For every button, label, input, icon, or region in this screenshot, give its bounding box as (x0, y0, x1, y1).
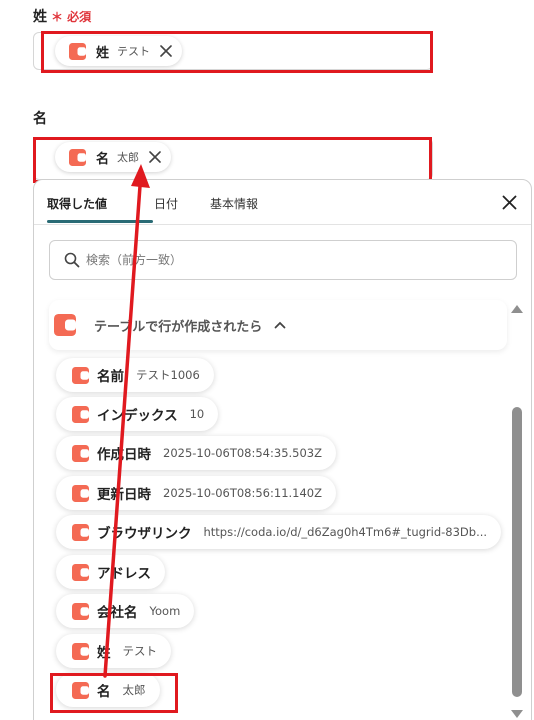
scroll-up-arrow-icon[interactable] (510, 304, 524, 314)
tab-basic-info[interactable]: 基本情報 (210, 195, 258, 212)
coda-logo-icon (72, 563, 89, 581)
tab-bar: 取得した値 日付 基本情報 (34, 180, 531, 225)
coda-logo-icon (69, 148, 86, 166)
item-value: 2025-10-06T08:54:35.503Z (163, 446, 322, 460)
coda-logo-icon (72, 602, 89, 620)
scrollbar-thumb[interactable] (512, 407, 522, 697)
coda-logo-icon (72, 642, 89, 660)
item-value: https://coda.io/d/_d6Zag0h4Tm6#_tugrid-8… (203, 525, 488, 539)
item-value: 太郎 (122, 683, 146, 697)
scroll-down-arrow-icon[interactable] (510, 709, 524, 719)
tab-date[interactable]: 日付 (154, 195, 178, 212)
item-value: テスト (122, 644, 158, 658)
list-item[interactable]: ブラウザリンク https://coda.io/d/_d6Zag0h4Tm6#_… (56, 515, 502, 549)
coda-logo-icon (54, 314, 76, 336)
coda-logo-icon (72, 484, 89, 502)
list-item[interactable]: 名前 テスト1006 (56, 358, 214, 392)
search-input[interactable] (86, 253, 486, 267)
item-label: 会社名 (97, 605, 138, 621)
search-icon (64, 252, 80, 268)
list-item[interactable]: 会社名 Yoom (56, 594, 195, 628)
search-box[interactable] (49, 240, 517, 280)
coda-logo-icon (72, 405, 89, 423)
group-header[interactable]: テーブルで行が作成されたら (49, 300, 507, 350)
last-name-label: 姓＊ 必須 (33, 9, 92, 25)
coda-logo-icon (72, 681, 89, 699)
active-tab-indicator (47, 220, 153, 223)
group-title: テーブルで行が作成されたら (94, 319, 263, 335)
coda-logo-icon (69, 42, 86, 60)
item-label: アドレス (97, 566, 151, 582)
item-label: 名前 (97, 369, 124, 385)
close-icon[interactable] (149, 151, 161, 163)
item-value: テスト1006 (136, 368, 200, 382)
close-icon[interactable] (160, 45, 172, 57)
list-item[interactable]: 更新日時 2025-10-06T08:56:11.140Z (56, 476, 336, 510)
first-name-chip[interactable]: 名 太郎 (55, 142, 172, 172)
coda-logo-icon (72, 523, 89, 541)
list-item[interactable]: インデックス 10 (56, 397, 219, 431)
chip-label: 名 (96, 151, 110, 167)
list-item[interactable]: アドレス (56, 555, 165, 589)
coda-logo-icon (72, 366, 89, 384)
chip-value: 太郎 (117, 151, 140, 164)
item-label: 更新日時 (97, 487, 151, 503)
list-item[interactable]: 作成日時 2025-10-06T08:54:35.503Z (56, 436, 336, 470)
item-label: 作成日時 (97, 447, 151, 463)
item-value: 10 (189, 407, 205, 421)
item-value: Yoom (149, 604, 181, 618)
item-label: ブラウザリンク (97, 526, 192, 542)
chip-value: テスト (117, 45, 151, 58)
tab-retrieved-values[interactable]: 取得した値 (47, 195, 107, 212)
list-item[interactable]: 姓 テスト (56, 634, 171, 668)
item-label: 姓 (97, 645, 111, 661)
list-item[interactable]: 名 太郎 (56, 673, 160, 707)
item-label: 名 (97, 684, 111, 700)
chevron-up-icon[interactable] (274, 321, 286, 329)
coda-logo-icon (72, 444, 89, 462)
required-badge: ＊ 必須 (51, 10, 92, 24)
close-icon[interactable] (502, 195, 517, 214)
last-name-chip[interactable]: 姓 テスト (55, 36, 183, 66)
first-name-label: 名 (33, 111, 47, 127)
value-picker-dropdown: 取得した値 日付 基本情報 テーブルで行が作成されたら 名前 テスト1006 イ… (33, 179, 532, 720)
scrollbar[interactable] (510, 304, 524, 720)
chip-label: 姓 (96, 45, 110, 61)
item-value: 2025-10-06T08:56:11.140Z (163, 486, 322, 500)
item-label: インデックス (97, 408, 178, 424)
